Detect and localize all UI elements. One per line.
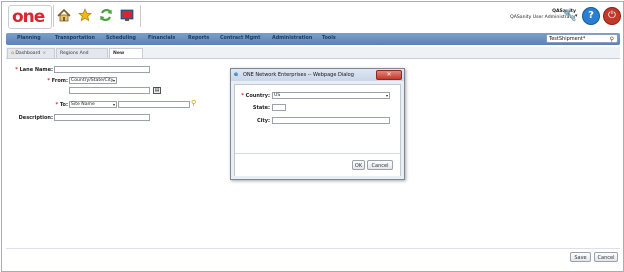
dialog-cancel-button[interactable]: Cancel	[367, 160, 393, 170]
dialog-title-bar[interactable]: e ONE Network Enterprises -- Webpage Dia…	[231, 69, 404, 81]
from-type-select[interactable]: Country/State/City ▾	[69, 77, 117, 84]
dashboard-tab-icon: ⌂	[11, 51, 14, 56]
header-shortcuts	[55, 6, 136, 26]
from-picker-icon[interactable]: ▤	[153, 87, 161, 94]
location-dialog: e ONE Network Enterprises -- Webpage Dia…	[230, 68, 405, 180]
menu-financials[interactable]: Financials	[148, 33, 175, 45]
tab-dashboard[interactable]: ⌂ Dashboard ×	[7, 48, 55, 58]
header-divider-2	[140, 5, 141, 27]
menu-reports[interactable]: Reports	[188, 33, 209, 45]
menu-transportation[interactable]: Transportation	[55, 33, 95, 45]
form-footer: Save Cancel	[6, 248, 620, 269]
main-menu-bar: Planning Transportation Scheduling Finan…	[6, 33, 620, 45]
close-icon[interactable]: ×	[42, 51, 46, 56]
description-input[interactable]	[54, 114, 150, 121]
lane-name-input[interactable]	[54, 66, 150, 73]
tab-label: Dashboard	[15, 51, 41, 56]
menu-scheduling[interactable]: Scheduling	[106, 33, 136, 45]
country-select[interactable]: US ▾	[272, 92, 390, 99]
state-input[interactable]	[272, 104, 286, 111]
close-icon[interactable]: ✕	[376, 70, 402, 80]
tab-strip: ⌂ Dashboard× Regions And Lanes× New Lane…	[6, 47, 620, 66]
global-search-input[interactable]: TestShipment* ⚲	[546, 34, 618, 43]
lookup-icon[interactable]: ⚲	[191, 99, 196, 107]
help-icon[interactable]: ?	[582, 7, 600, 25]
dialog-footer: OK Cancel	[235, 153, 400, 176]
logo-text: one	[12, 7, 45, 27]
browser-icon: e	[234, 71, 239, 78]
description-label: Description:	[18, 115, 53, 121]
ok-button[interactable]: OK	[352, 160, 365, 170]
menu-planning[interactable]: Planning	[17, 33, 41, 45]
menu-tools[interactable]: Tools	[322, 33, 336, 45]
chevron-down-icon: ▾	[385, 93, 388, 98]
save-button[interactable]: Save	[570, 252, 591, 262]
app-window: one QASanity QASanity User Administrator…	[1, 1, 624, 272]
cancel-button[interactable]: Cancel	[594, 252, 618, 262]
dialog-body: * Country: US ▾ State: City: OK Cancel	[234, 84, 401, 176]
dialog-title: ONE Network Enterprises -- Webpage Dialo…	[243, 72, 354, 78]
state-label: State:	[252, 105, 270, 111]
search-value: TestShipment*	[549, 36, 586, 42]
logout-power-icon[interactable]: ⏻	[603, 7, 621, 25]
to-site-input[interactable]	[118, 101, 190, 108]
header-divider	[53, 5, 54, 27]
company-logo[interactable]: one	[8, 5, 52, 29]
chevron-down-icon[interactable]: ▾	[575, 13, 578, 19]
tab-new-lane[interactable]: New Lane×	[109, 48, 143, 66]
lane-name-label: * Lane Name:	[15, 67, 53, 73]
to-label: * To:	[55, 102, 68, 108]
chevron-down-icon: ▾	[112, 102, 115, 107]
favorites-star-icon[interactable]	[76, 6, 94, 24]
app-header: one QASanity QASanity User Administrator…	[2, 2, 623, 30]
alerts-icon[interactable]	[118, 6, 136, 24]
from-label: * From:	[47, 78, 68, 84]
to-type-select[interactable]: Site Name ▾	[69, 101, 117, 108]
menu-contract-mgmt[interactable]: Contract Mgmt	[220, 33, 260, 45]
country-label: * Country:	[241, 93, 270, 99]
city-input[interactable]	[272, 117, 390, 124]
from-location-input[interactable]	[69, 87, 150, 94]
tab-regions-and-lanes[interactable]: Regions And Lanes×	[56, 48, 108, 66]
city-label: City:	[256, 118, 270, 124]
search-icon[interactable]: ⚲	[610, 35, 614, 44]
menu-administration[interactable]: Administration	[272, 33, 312, 45]
chevron-down-icon: ▾	[112, 78, 115, 83]
refresh-icon[interactable]	[97, 6, 115, 24]
home-icon[interactable]	[55, 6, 73, 24]
